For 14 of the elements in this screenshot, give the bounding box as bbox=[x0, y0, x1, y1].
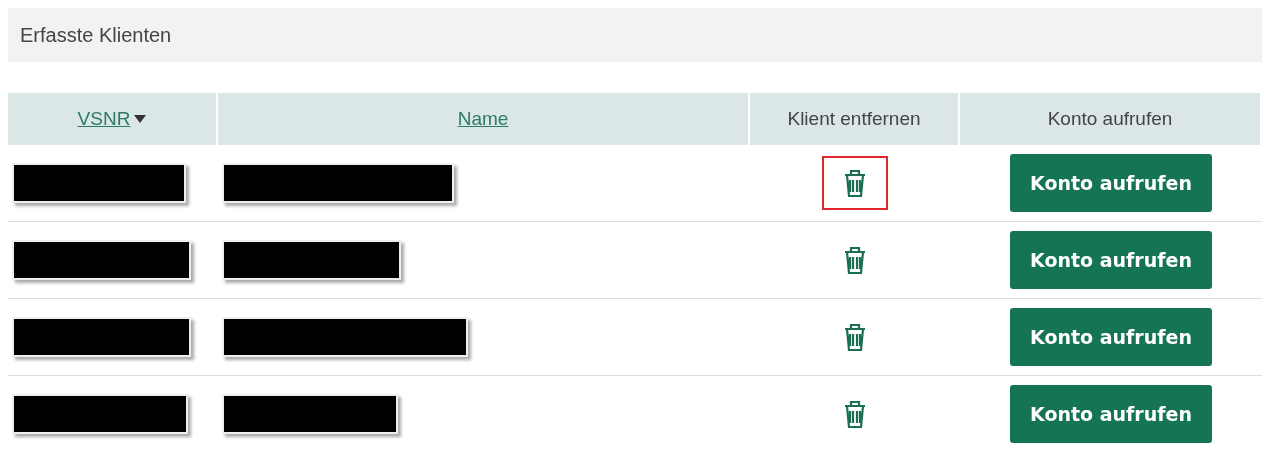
open-account-button[interactable]: Konto aufrufen bbox=[1010, 308, 1212, 366]
header-text: Konto aufrufen bbox=[1047, 108, 1173, 130]
header-text: Klient entfernen bbox=[787, 108, 921, 130]
open-account-button[interactable]: Konto aufrufen bbox=[1010, 231, 1212, 289]
panel-title: Erfasste Klienten bbox=[8, 8, 1262, 62]
open-account-button[interactable]: Konto aufrufen bbox=[1010, 385, 1212, 443]
open-account-button[interactable]: Konto aufrufen bbox=[1010, 154, 1212, 212]
trash-icon bbox=[843, 245, 867, 275]
trash-icon bbox=[843, 322, 867, 352]
sort-link[interactable]: Name bbox=[457, 108, 509, 130]
sort-link[interactable]: VSNR bbox=[77, 108, 147, 130]
delete-button[interactable] bbox=[822, 156, 888, 210]
trash-icon bbox=[843, 399, 867, 429]
trash-icon bbox=[843, 168, 867, 198]
